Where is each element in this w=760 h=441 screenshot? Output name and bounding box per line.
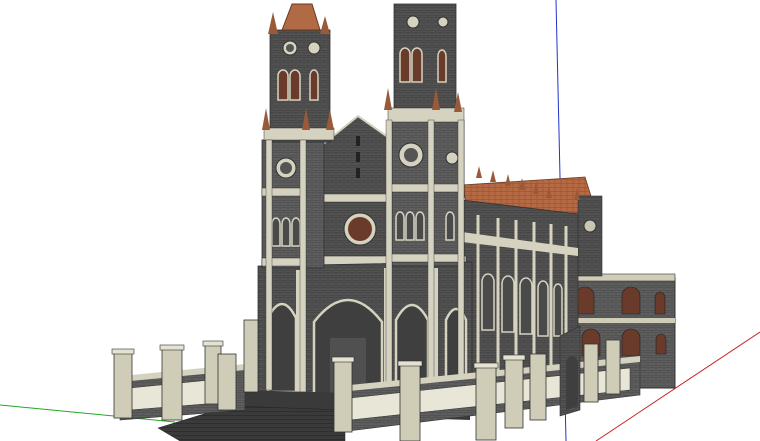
3d-model-viewport[interactable] xyxy=(0,0,760,441)
model-canvas xyxy=(0,0,760,441)
